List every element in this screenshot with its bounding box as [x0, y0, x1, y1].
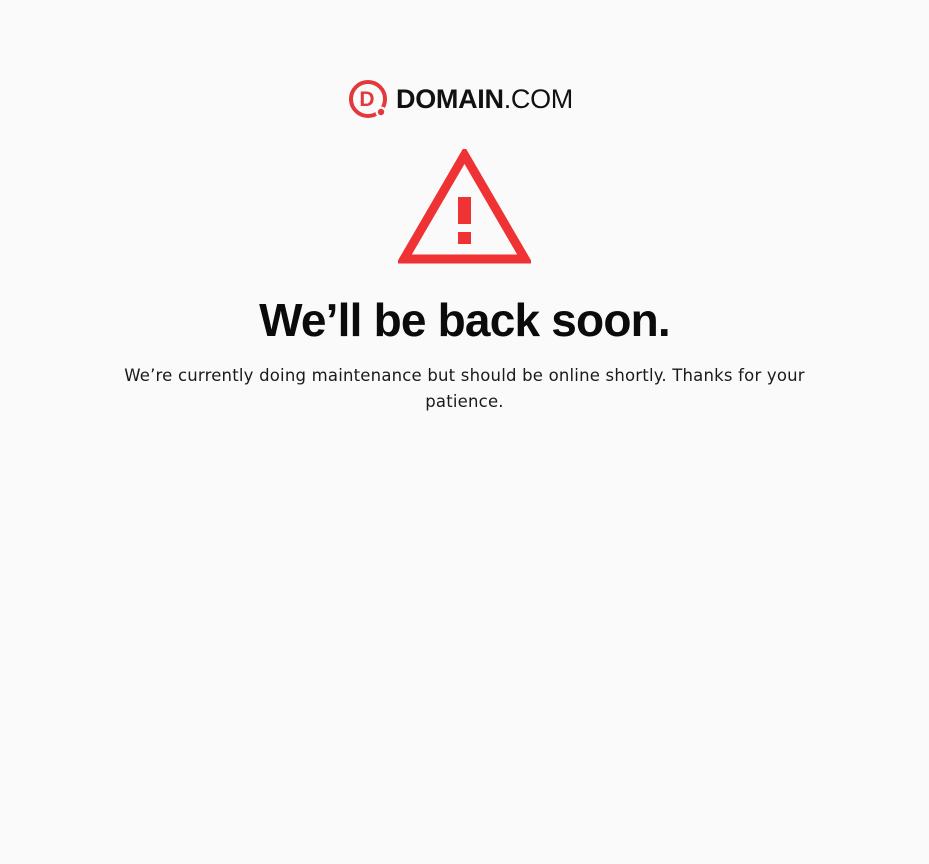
brand-name-bold: DOMAIN	[396, 84, 504, 114]
page-title: We’ll be back soon.	[259, 294, 671, 346]
domain-logo: D DOMAIN.COM	[348, 79, 573, 119]
maintenance-page: D DOMAIN.COM We’ll be back soon. We’re c…	[0, 0, 929, 864]
logo-letter: D	[359, 88, 374, 111]
brand-name: DOMAIN.COM	[396, 79, 573, 119]
warning-triangle-icon	[398, 149, 531, 264]
domain-logo-icon: D	[349, 80, 387, 118]
brand-name-light: .COM	[503, 84, 574, 114]
maintenance-message: We’re currently doing maintenance but sh…	[124, 366, 805, 411]
